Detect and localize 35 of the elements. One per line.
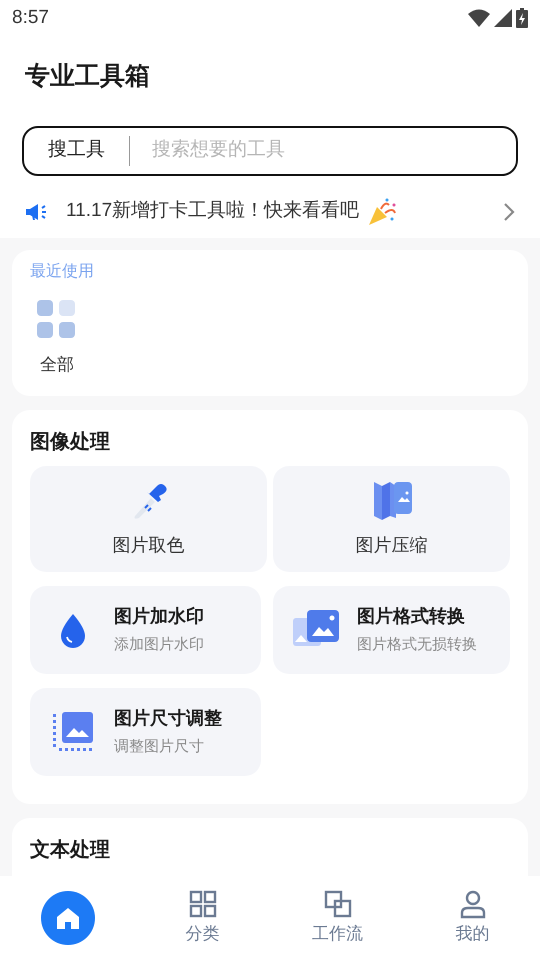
tool-tile[interactable]: 图片取色 [30, 466, 267, 572]
tool-tile[interactable]: 图片尺寸调整 调整图片尺寸 [30, 688, 261, 776]
wifi-icon [468, 9, 490, 27]
tool-subtitle: 图片格式无损转换 [357, 634, 477, 655]
tool-tile[interactable]: 图片格式转换 图片格式无损转换 [273, 586, 510, 674]
grid-icon [37, 300, 77, 340]
overlapping-squares-icon [322, 889, 352, 920]
chevron-right-icon [502, 200, 516, 222]
section-title: 文本处理 [30, 838, 111, 862]
battery-icon [516, 8, 528, 28]
status-time: 8:57 [12, 6, 49, 30]
section-title: 图像处理 [30, 430, 111, 454]
tool-tile[interactable]: 图片压缩 [273, 466, 510, 572]
search-label: 搜工具 [47, 138, 106, 162]
tool-subtitle: 调整图片尺寸 [114, 736, 205, 757]
search-input[interactable]: 搜索想要的工具 [130, 136, 516, 165]
home-icon [54, 905, 80, 931]
notice-text: 11.17新增打卡工具啦！快来看看吧 [66, 199, 360, 224]
party-popper-icon [367, 196, 398, 226]
nav-tab[interactable]: 工作流 [270, 876, 405, 960]
all-tools-item[interactable]: 全部 [12, 300, 102, 377]
tool-title: 图片尺寸调整 [114, 706, 222, 730]
tool-title: 图片加水印 [114, 604, 204, 628]
search-field[interactable]: 搜工具 搜索想要的工具 [22, 126, 518, 176]
section-label: 最近使用 [30, 262, 95, 282]
grid-icon [188, 889, 218, 920]
notice-bar[interactable]: 11.17新增打卡工具啦！快来看看吧 [0, 186, 540, 238]
tool-title: 图片格式转换 [357, 604, 466, 628]
signal-icon [494, 9, 512, 27]
resize-image-icon [51, 710, 95, 754]
nav-tab[interactable]: 我的 [405, 876, 540, 960]
page-title: 专业工具箱 [24, 61, 151, 92]
tool-tile[interactable]: 图片加水印 添加图片水印 [30, 586, 261, 674]
nav-tab[interactable]: 分类 [135, 876, 270, 960]
tool-subtitle: 添加图片水印 [114, 634, 204, 655]
